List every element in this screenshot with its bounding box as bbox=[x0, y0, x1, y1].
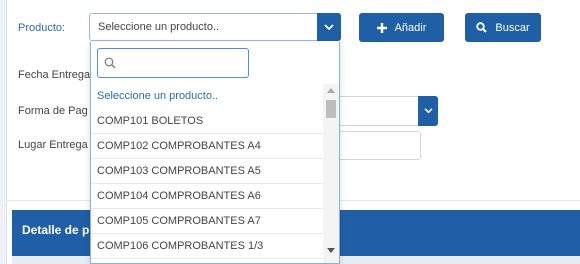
dropdown-scrollbar[interactable] bbox=[323, 84, 339, 263]
scroll-up-arrow-icon[interactable] bbox=[327, 88, 335, 93]
producto-select-toggle[interactable] bbox=[317, 13, 341, 41]
dropdown-option[interactable]: COMP102 COMPROBANTES A4 bbox=[91, 134, 323, 159]
search-icon bbox=[104, 57, 116, 69]
search-icon bbox=[476, 22, 488, 33]
scroll-down-arrow-icon[interactable] bbox=[327, 248, 335, 253]
dropdown-search-input[interactable] bbox=[120, 54, 244, 72]
dropdown-option[interactable]: Seleccione un producto.. bbox=[91, 84, 323, 109]
fecha-entrega-label: Fecha Entrega bbox=[18, 69, 91, 81]
dropdown-option[interactable]: COMP105 COMPROBANTES A7 bbox=[91, 209, 323, 234]
search-button-label: Buscar bbox=[495, 21, 530, 34]
chevron-down-icon bbox=[424, 108, 432, 114]
dropdown-option[interactable]: COMP103 COMPROBANTES A5 bbox=[91, 159, 323, 184]
plus-icon bbox=[376, 22, 387, 33]
add-button-label: Añadir bbox=[394, 21, 427, 34]
detail-title: Detalle de p bbox=[22, 223, 90, 237]
dropdown-options: Seleccione un producto.. COMP101 BOLETOS… bbox=[91, 84, 323, 259]
dropdown-option[interactable]: COMP106 COMPROBANTES 1/3 bbox=[91, 234, 323, 259]
producto-select-value: Seleccione un producto.. bbox=[98, 21, 220, 33]
producto-select[interactable]: Seleccione un producto.. bbox=[89, 13, 341, 41]
dropdown-option[interactable]: COMP104 COMPROBANTES A6 bbox=[91, 184, 323, 209]
add-button[interactable]: Añadir bbox=[359, 13, 444, 42]
dropdown-search[interactable] bbox=[97, 48, 249, 78]
chevron-down-icon bbox=[324, 23, 334, 30]
producto-label: Producto: bbox=[18, 22, 66, 34]
search-button[interactable]: Buscar bbox=[465, 13, 541, 42]
producto-dropdown: Seleccione un producto.. COMP101 BOLETOS… bbox=[90, 42, 340, 264]
forma-pago-toggle[interactable] bbox=[418, 96, 438, 126]
scrollbar-thumb[interactable] bbox=[326, 100, 336, 118]
lugar-entrega-label: Lugar Entrega bbox=[18, 139, 88, 151]
forma-pago-label: Forma de Pag bbox=[18, 105, 88, 117]
dropdown-option[interactable]: COMP101 BOLETOS bbox=[91, 109, 323, 134]
